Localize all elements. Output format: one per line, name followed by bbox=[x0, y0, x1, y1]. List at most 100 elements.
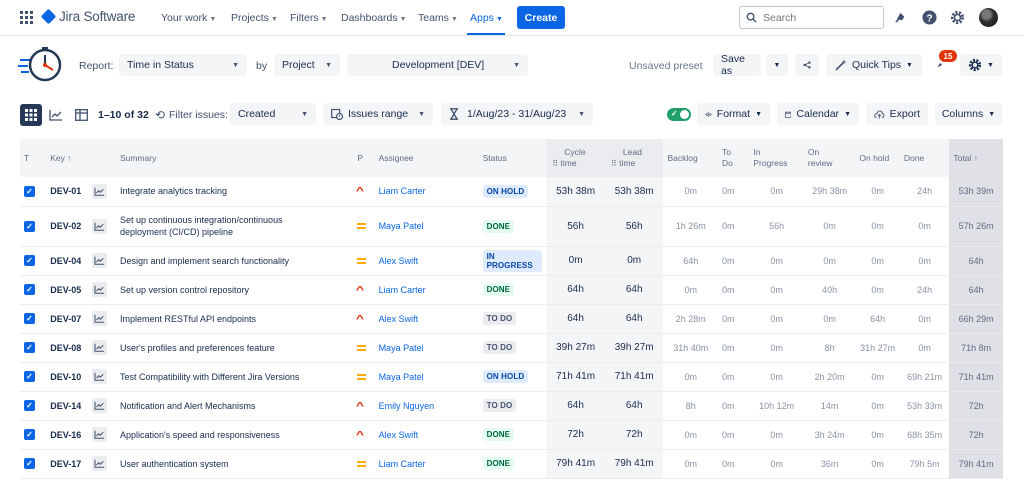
toggle-switch[interactable]: ✓ bbox=[667, 108, 691, 121]
jira-brand[interactable]: Jira Software bbox=[40, 8, 135, 25]
line-chart-icon[interactable] bbox=[91, 369, 107, 384]
issue-chart-cell[interactable] bbox=[87, 246, 116, 276]
table-row[interactable]: ✓ DEV-08 User's profiles and preferences f… bbox=[20, 333, 1003, 363]
save-as-button[interactable]: Save as bbox=[713, 53, 761, 77]
format-button[interactable]: Format ▼ bbox=[697, 103, 770, 125]
search-box[interactable] bbox=[739, 6, 884, 29]
help-icon[interactable]: ? bbox=[921, 9, 937, 25]
grid-view-button[interactable] bbox=[20, 104, 42, 126]
col-on-review[interactable]: On review bbox=[803, 139, 856, 177]
share-button[interactable] bbox=[795, 54, 819, 76]
row-select-cell[interactable]: ✓ bbox=[20, 206, 47, 247]
columns-button[interactable]: Columns ▼ bbox=[935, 103, 1002, 125]
nav-filters[interactable]: Filters ▼ bbox=[290, 12, 328, 24]
save-options-dropdown[interactable]: ▼ bbox=[766, 54, 788, 76]
checkbox-checked-icon[interactable]: ✓ bbox=[24, 458, 35, 469]
line-chart-icon[interactable] bbox=[91, 253, 107, 268]
table-row[interactable]: ✓ DEV-07 Implement RESTful API endpoints ^ A… bbox=[20, 304, 1003, 334]
col-backlog[interactable]: Backlog bbox=[663, 139, 719, 177]
line-chart-icon[interactable] bbox=[91, 183, 107, 199]
checkbox-checked-icon[interactable]: ✓ bbox=[24, 313, 35, 324]
table-row[interactable]: ✓ DEV-17 User authentication system Liam Ca… bbox=[20, 449, 1003, 479]
report-type-select[interactable]: Time in Status ▼ bbox=[119, 54, 247, 76]
row-select-cell[interactable]: ✓ bbox=[20, 177, 47, 207]
row-select-cell[interactable]: ✓ bbox=[20, 304, 47, 334]
table-row[interactable]: ✓ DEV-14 Notification and Alert Mechanisms… bbox=[20, 391, 1003, 421]
table-row[interactable]: ✓ DEV-04 Design and implement search funct… bbox=[20, 246, 1003, 276]
report-settings-button[interactable]: ▼ bbox=[960, 54, 1002, 76]
group-by-select[interactable]: Project ▼ bbox=[274, 54, 340, 76]
issue-chart-cell[interactable] bbox=[87, 420, 116, 450]
row-select-cell[interactable]: ✓ bbox=[20, 333, 47, 363]
issue-key[interactable]: DEV-08 bbox=[46, 333, 88, 363]
issue-key[interactable]: DEV-04 bbox=[46, 246, 88, 276]
quick-tips-button[interactable]: Quick Tips ▼ bbox=[826, 54, 922, 76]
checkbox-checked-icon[interactable]: ✓ bbox=[24, 220, 35, 232]
issue-chart-cell[interactable] bbox=[87, 206, 116, 247]
row-select-cell[interactable]: ✓ bbox=[20, 391, 47, 421]
issue-key[interactable]: DEV-05 bbox=[46, 275, 88, 305]
notifications-icon[interactable] bbox=[892, 9, 908, 25]
panel-view-button[interactable] bbox=[70, 104, 92, 126]
refresh-icon[interactable]: ⟲ bbox=[155, 108, 165, 122]
checkbox-checked-icon[interactable]: ✓ bbox=[24, 342, 35, 353]
table-row[interactable]: ✓ DEV-16 Application's speed and responsiv… bbox=[20, 420, 1003, 450]
table-row[interactable]: ✓ DEV-01 Integrate analytics tracking ^ Liam… bbox=[20, 177, 1003, 207]
col-assignee[interactable]: Assignee bbox=[374, 139, 479, 177]
table-row[interactable]: ✓ DEV-05 Set up version control repository… bbox=[20, 275, 1003, 305]
row-select-cell[interactable]: ✓ bbox=[20, 246, 47, 276]
chart-view-button[interactable] bbox=[45, 104, 67, 126]
issue-key[interactable]: DEV-14 bbox=[46, 391, 88, 421]
issue-chart-cell[interactable] bbox=[87, 304, 116, 334]
line-chart-icon[interactable] bbox=[91, 398, 107, 413]
line-chart-icon[interactable] bbox=[91, 427, 107, 442]
issue-key[interactable]: DEV-07 bbox=[46, 304, 88, 334]
table-row[interactable]: ✓ DEV-02 Set up continuous integration/con… bbox=[20, 206, 1003, 247]
col-total[interactable]: Total ↑ bbox=[949, 139, 1003, 177]
user-avatar[interactable] bbox=[979, 8, 998, 27]
row-select-cell[interactable]: ✓ bbox=[20, 449, 47, 479]
col-on-hold[interactable]: On hold bbox=[855, 139, 900, 177]
row-select-cell[interactable]: ✓ bbox=[20, 420, 47, 450]
app-switcher-icon[interactable] bbox=[20, 11, 33, 24]
settings-gear-icon[interactable] bbox=[949, 9, 965, 25]
issue-chart-cell[interactable] bbox=[87, 275, 116, 305]
issue-key[interactable]: DEV-10 bbox=[46, 362, 88, 392]
nav-projects[interactable]: Projects ▼ bbox=[231, 12, 278, 24]
row-select-cell[interactable]: ✓ bbox=[20, 362, 47, 392]
checkbox-checked-icon[interactable]: ✓ bbox=[24, 255, 35, 266]
checkbox-checked-icon[interactable]: ✓ bbox=[24, 185, 35, 197]
line-chart-icon[interactable] bbox=[91, 456, 107, 471]
issue-key[interactable]: DEV-16 bbox=[46, 420, 88, 450]
checkbox-checked-icon[interactable]: ✓ bbox=[24, 371, 35, 382]
nav-your-work[interactable]: Your work ▼ bbox=[161, 12, 216, 24]
nav-dashboards[interactable]: Dashboards ▼ bbox=[341, 12, 407, 24]
issue-chart-cell[interactable] bbox=[87, 177, 116, 207]
col-type[interactable]: T bbox=[20, 139, 47, 177]
checkbox-checked-icon[interactable]: ✓ bbox=[24, 400, 35, 411]
col-status[interactable]: Status bbox=[478, 139, 547, 177]
col-cycle-time[interactable]: Cycle ⠿ time bbox=[546, 139, 605, 177]
table-row[interactable]: ✓ DEV-10 Test Compatibility with Different… bbox=[20, 362, 1003, 392]
create-button[interactable]: Create bbox=[517, 6, 565, 29]
issue-chart-cell[interactable] bbox=[87, 333, 116, 363]
search-input[interactable] bbox=[763, 11, 873, 24]
row-select-cell[interactable]: ✓ bbox=[20, 275, 47, 305]
line-chart-icon[interactable] bbox=[91, 282, 107, 297]
issue-key[interactable]: DEV-01 bbox=[46, 177, 88, 207]
project-select[interactable]: Development [DEV] ▼ bbox=[347, 54, 528, 76]
issue-chart-cell[interactable] bbox=[87, 362, 116, 392]
filter-field-select[interactable]: Created ▼ bbox=[230, 103, 316, 125]
nav-apps[interactable]: Apps ▼ bbox=[470, 12, 503, 24]
col-summary[interactable]: Summary bbox=[115, 139, 354, 177]
checkbox-checked-icon[interactable]: ✓ bbox=[24, 429, 35, 440]
date-range-select[interactable]: 1/Aug/23 - 31/Aug/23 ▼ bbox=[441, 103, 593, 125]
export-button[interactable]: Export bbox=[866, 103, 928, 125]
issue-key[interactable]: DEV-02 bbox=[46, 206, 88, 247]
col-to-do[interactable]: To Do bbox=[718, 139, 750, 177]
line-chart-icon[interactable] bbox=[91, 218, 107, 234]
col-lead-time[interactable]: Lead ⠿ time bbox=[604, 139, 664, 177]
issue-chart-cell[interactable] bbox=[87, 449, 116, 479]
issues-range-select[interactable]: Issues range ▼ bbox=[323, 103, 433, 125]
nav-teams[interactable]: Teams ▼ bbox=[418, 12, 458, 24]
